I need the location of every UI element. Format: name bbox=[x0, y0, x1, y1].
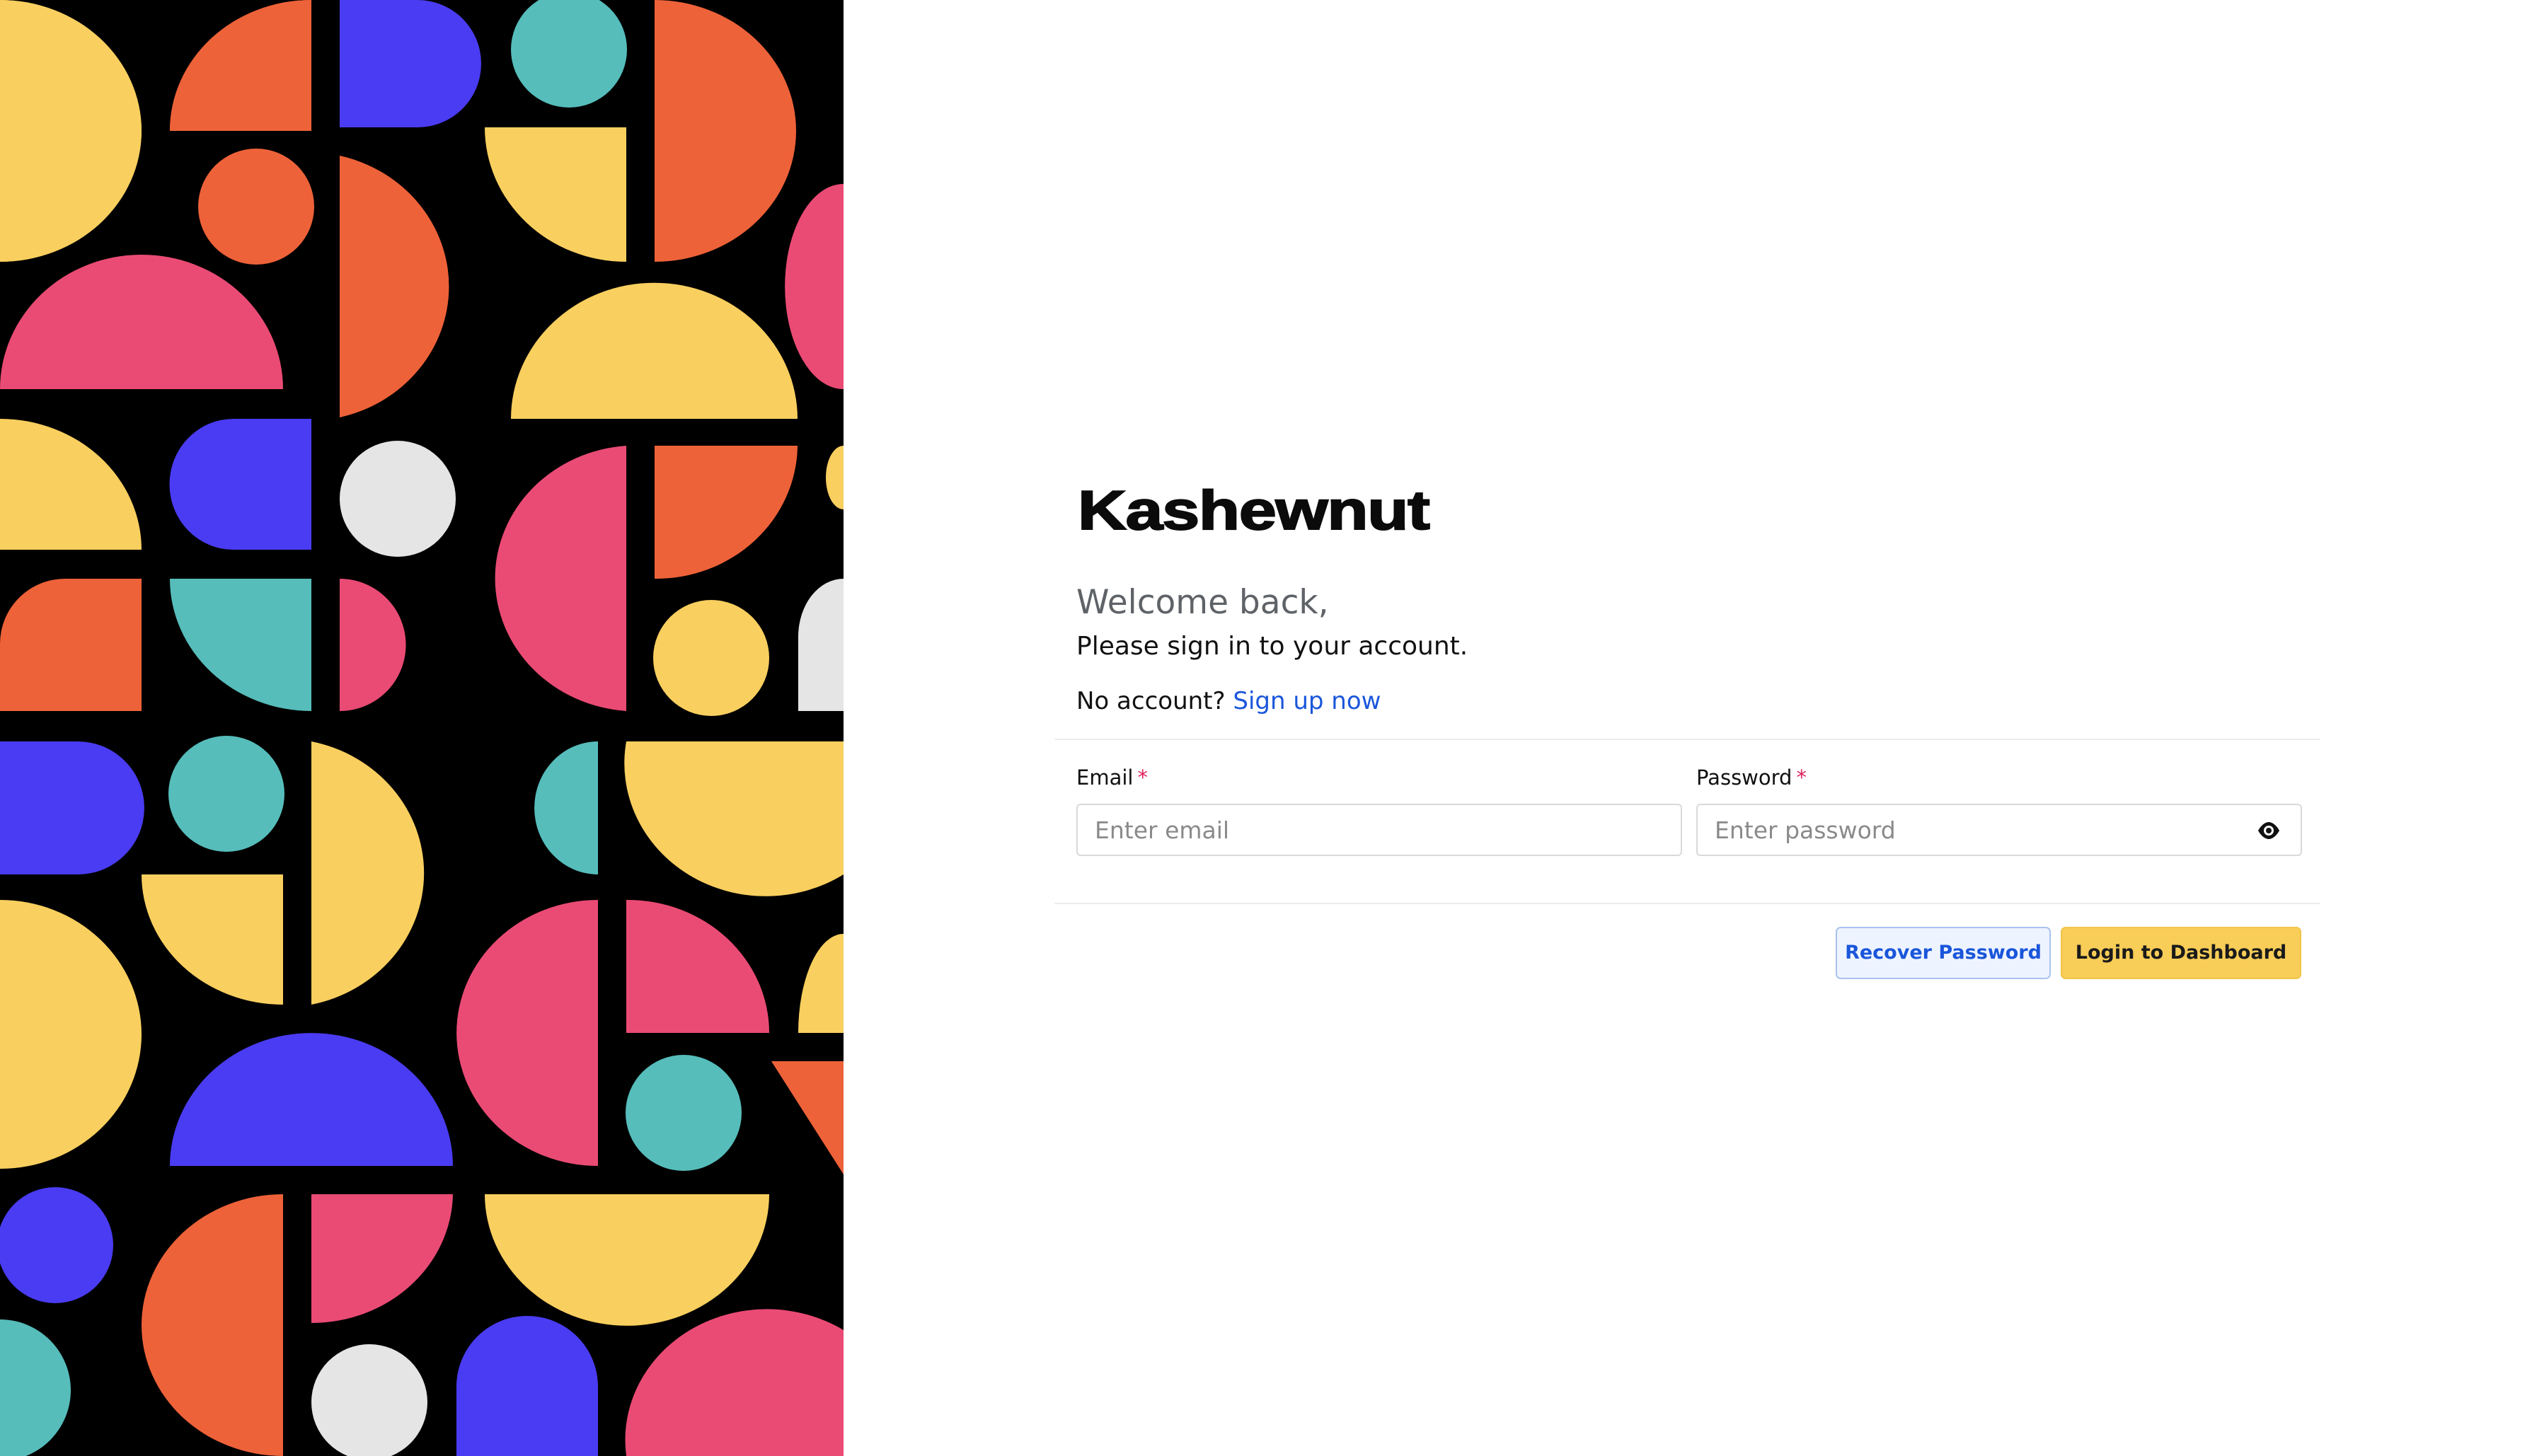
signup-link[interactable]: Sign up now bbox=[1233, 687, 1381, 715]
email-field[interactable] bbox=[1078, 805, 1681, 855]
welcome-heading: Welcome back, bbox=[1076, 583, 1329, 622]
decorative-pattern-panel bbox=[0, 0, 844, 1456]
login-page: Kashewnut Welcome back, Please sign in t… bbox=[0, 0, 2532, 1456]
signup-prompt-text: No account? bbox=[1076, 687, 1226, 715]
email-label-text: Email bbox=[1076, 765, 1134, 790]
signup-prompt: No account? Sign up now bbox=[1076, 683, 1381, 719]
sign-in-subtitle: Please sign in to your account. bbox=[1076, 632, 1468, 661]
password-field-wrapper bbox=[1696, 804, 2302, 856]
sign-in-form-area: Kashewnut Welcome back, Please sign in t… bbox=[844, 0, 2532, 1456]
form-divider-top bbox=[1054, 739, 2320, 740]
geometric-pattern-illustration bbox=[0, 0, 844, 1456]
password-field[interactable] bbox=[1698, 805, 2301, 855]
login-button[interactable]: Login to Dashboard bbox=[2061, 927, 2301, 979]
password-required-mark: * bbox=[1796, 765, 1807, 790]
email-field-wrapper bbox=[1076, 804, 1682, 856]
recover-password-button[interactable]: Recover Password bbox=[1836, 927, 2051, 979]
form-divider-bottom bbox=[1054, 903, 2320, 904]
eye-icon[interactable] bbox=[2257, 821, 2281, 840]
logo-wordmark: Kashewnut bbox=[1077, 478, 1431, 542]
password-label: Password * bbox=[1696, 763, 1807, 792]
email-required-mark: * bbox=[1137, 765, 1148, 790]
password-label-text: Password bbox=[1696, 765, 1792, 790]
kashewnut-logo: Kashewnut bbox=[1077, 478, 1431, 542]
email-label: Email * bbox=[1076, 763, 1148, 792]
